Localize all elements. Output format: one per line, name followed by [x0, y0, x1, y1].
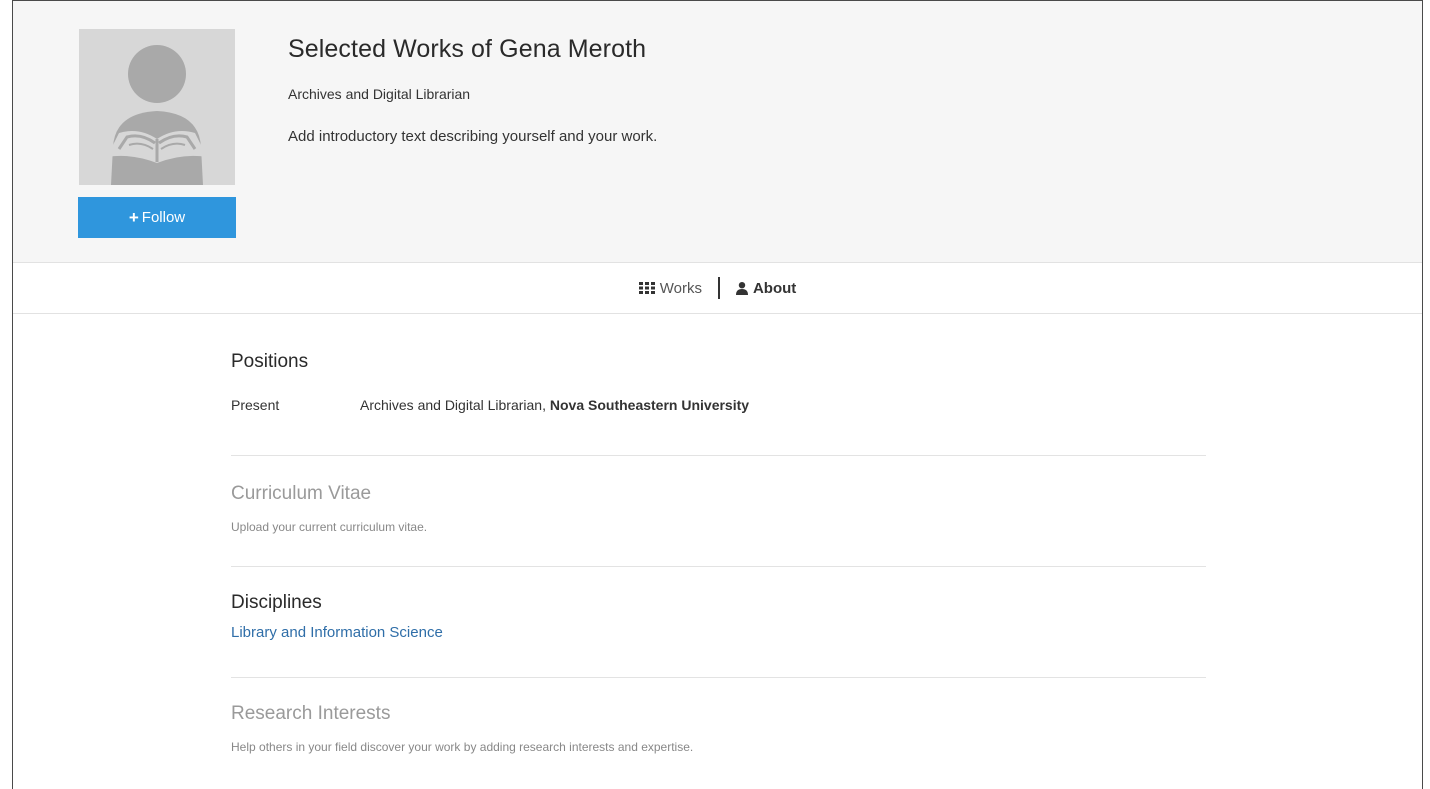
follow-label: Follow — [141, 209, 186, 226]
profile-subtitle: Archives and Digital Librarian — [288, 86, 471, 102]
page-title: Selected Works of Gena Meroth — [288, 35, 647, 63]
position-row: Present Archives and Digital Librarian, … — [231, 397, 1206, 413]
disciplines-section: Disciplines Library and Information Scie… — [231, 567, 1206, 678]
follow-button[interactable]: + Follow — [78, 197, 236, 238]
cv-help-text: Upload your current curriculum vitae. — [231, 520, 428, 534]
profile-header: + Follow Selected Works of Gena Meroth A… — [13, 1, 1422, 263]
tab-works[interactable]: Works — [638, 279, 702, 297]
position-role: Archives and Digital Librarian, Nova Sou… — [360, 397, 749, 413]
research-section: Research Interests Help others in your f… — [231, 678, 1206, 754]
cv-section: Curriculum Vitae Upload your current cur… — [231, 456, 1206, 567]
discipline-list: Library and Information Science — [231, 624, 1206, 642]
research-help-text: Help others in your field discover your … — [231, 740, 694, 754]
cv-heading[interactable]: Curriculum Vitae — [231, 456, 1206, 505]
discipline-link[interactable]: Library and Information Science — [231, 624, 443, 641]
user-icon — [735, 281, 748, 295]
research-heading[interactable]: Research Interests — [231, 678, 1206, 725]
position-organization: Nova Southeastern University — [549, 397, 750, 413]
reader-placeholder-icon — [107, 45, 207, 185]
profile-intro[interactable]: Add introductory text describing yoursel… — [288, 128, 657, 145]
profile-page: + Follow Selected Works of Gena Meroth A… — [12, 0, 1423, 789]
tab-works-label: Works — [659, 279, 702, 297]
about-content: Positions Present Archives and Digital L… — [231, 314, 1206, 754]
profile-nav: Works About — [13, 263, 1422, 314]
position-title: Archives and Digital Librarian, — [360, 397, 550, 413]
position-period: Present — [231, 397, 280, 413]
positions-heading: Positions — [231, 351, 309, 372]
tab-about[interactable]: About — [735, 279, 797, 297]
nav-divider — [717, 277, 720, 299]
positions-section: Positions Present Archives and Digital L… — [231, 314, 1206, 456]
tab-about-label: About — [752, 279, 797, 297]
grid-icon — [638, 282, 655, 294]
plus-icon: + — [128, 207, 139, 227]
disciplines-heading: Disciplines — [231, 592, 322, 613]
avatar — [79, 29, 235, 185]
